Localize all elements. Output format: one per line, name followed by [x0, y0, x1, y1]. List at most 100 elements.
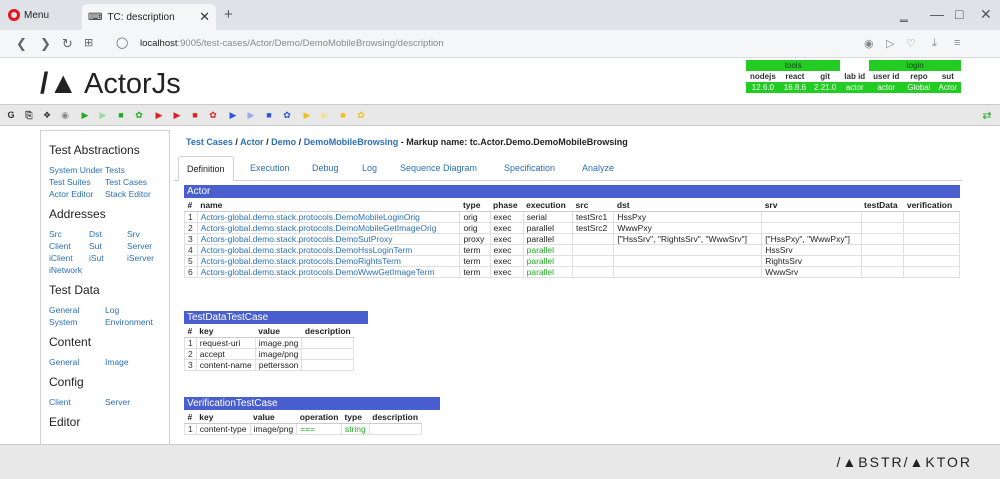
sidebar-link[interactable]: Test Cases: [105, 177, 147, 187]
tab-execution[interactable]: Execution: [242, 156, 298, 181]
close-window-icon[interactable]: ✕: [980, 6, 992, 23]
sidebar-link[interactable]: General: [49, 305, 79, 315]
tab-log[interactable]: Log: [354, 156, 385, 181]
browser-tab[interactable]: ⌨ TC: description ✕: [82, 4, 216, 30]
table-cell[interactable]: Actors-global.demo.stack.protocols.DemoM…: [196, 222, 461, 234]
table-cell[interactable]: Actors-global.demo.stack.protocols.DemoW…: [196, 266, 461, 278]
table-cell[interactable]: Actors-global.demo.stack.protocols.DemoR…: [196, 255, 461, 267]
back-icon[interactable]: ❮: [16, 36, 27, 52]
sidebar-link[interactable]: Log: [105, 305, 119, 315]
stop-green-icon[interactable]: ■: [114, 107, 128, 123]
breadcrumb-item[interactable]: Actor: [240, 137, 264, 147]
sidebar-link[interactable]: Src: [49, 229, 62, 239]
breadcrumb-item[interactable]: DemoMobileBrowsing: [304, 137, 399, 147]
browser-menu-button[interactable]: Menu: [8, 7, 49, 23]
document-icon[interactable]: ⎘: [22, 107, 36, 123]
bug-blue-icon[interactable]: ✿: [280, 107, 294, 123]
column-header: value: [250, 411, 297, 424]
camera-icon[interactable]: ◉: [864, 37, 874, 50]
column-header: dst: [613, 199, 762, 212]
url-field[interactable]: localhost:9005/test-cases/Actor/Demo/Dem…: [140, 38, 444, 49]
sidebar-link[interactable]: Server: [105, 397, 130, 407]
stop-red-icon[interactable]: ■: [188, 107, 202, 123]
sidebar-link[interactable]: iClient: [49, 253, 73, 263]
run-debug-icon[interactable]: ▶: [96, 107, 110, 123]
sidebar-link[interactable]: Server: [127, 241, 152, 251]
heart-icon[interactable]: ♡: [906, 37, 916, 50]
minimize-icon[interactable]: —: [930, 6, 944, 22]
sidebar-link[interactable]: System Under Tests: [49, 165, 125, 175]
column-header: testData: [861, 199, 904, 212]
forward-icon[interactable]: ❯: [40, 36, 51, 52]
sidebar-link[interactable]: Test Suites: [49, 177, 91, 187]
column-header: verification: [903, 199, 960, 212]
table-cell: string: [340, 423, 370, 435]
status-value: actor: [840, 82, 870, 93]
tab-analyze[interactable]: Analyze: [574, 156, 622, 181]
new-tab-button[interactable]: +: [224, 6, 233, 23]
app-logo[interactable]: /▲ ActorJs: [40, 64, 181, 104]
markup-name: - Markup name: tc.Actor.Demo.DemoMobileB…: [400, 137, 628, 147]
easy-setup-icon[interactable]: ≡: [954, 37, 960, 49]
table-cell[interactable]: Actors-global.demo.stack.protocols.DemoS…: [196, 233, 461, 245]
sidebar-heading[interactable]: Editor: [49, 415, 80, 429]
url-path: :9005/test-cases/Actor/Demo/DemoMobileBr…: [177, 38, 444, 49]
download-icon[interactable]: ⤓: [932, 37, 937, 50]
stop-yellow-icon[interactable]: ■: [336, 107, 350, 123]
url-host: localhost: [140, 38, 178, 49]
breadcrumb-item[interactable]: Test Cases: [186, 137, 233, 147]
column-header: type: [341, 411, 370, 424]
table-cell: parallel: [522, 266, 574, 278]
tab-specification[interactable]: Specification: [496, 156, 563, 181]
sidebar-heading: Test Data: [49, 283, 100, 297]
swap-icon[interactable]: ⇄: [980, 107, 994, 123]
sidebar-link[interactable]: Client: [49, 397, 71, 407]
table-cell: 2: [184, 348, 197, 360]
tab-definition[interactable]: Definition: [178, 156, 234, 181]
stop-blue-icon[interactable]: ■: [262, 107, 276, 123]
run-red-debug-icon[interactable]: ▶: [170, 107, 184, 123]
sidebar-link[interactable]: System: [49, 317, 77, 327]
run-blue-debug-icon[interactable]: ▶: [244, 107, 258, 123]
browser-filter-icon[interactable]: ‗: [900, 6, 908, 22]
breadcrumb-item[interactable]: Demo: [271, 137, 296, 147]
table-cell[interactable]: Actors-global.demo.stack.protocols.DemoH…: [196, 244, 461, 256]
bug-red-icon[interactable]: ✿: [206, 107, 220, 123]
status-label: repo: [910, 72, 928, 81]
close-tab-icon[interactable]: ✕: [199, 9, 210, 25]
run-blue-icon[interactable]: ▶: [226, 107, 240, 123]
github-icon[interactable]: G: [4, 107, 18, 123]
play-icon[interactable]: ▷: [886, 37, 894, 50]
settings-icon[interactable]: ◉: [58, 107, 72, 123]
sidebar-link[interactable]: iNetwork: [49, 265, 82, 275]
sidebar-link[interactable]: Dst: [89, 229, 102, 239]
sidebar-link[interactable]: Client: [49, 241, 71, 251]
sidebar-link[interactable]: Environment: [105, 317, 153, 327]
maximize-icon[interactable]: □: [955, 6, 963, 22]
run-yellow-debug-icon[interactable]: ▶: [318, 107, 332, 123]
tab-sequence-diagram[interactable]: Sequence Diagram: [392, 156, 485, 181]
site-info-icon[interactable]: ◯: [116, 36, 128, 49]
bug-yellow-icon[interactable]: ✿: [354, 107, 368, 123]
sidebar-link[interactable]: Sut: [89, 241, 102, 251]
info-icon[interactable]: ❖: [40, 107, 54, 123]
speed-dial-icon[interactable]: ⊞: [84, 36, 93, 49]
status-value: 2.21.0: [810, 82, 841, 93]
run-icon[interactable]: ▶: [78, 107, 92, 123]
reload-icon[interactable]: ↻: [62, 36, 73, 52]
run-yellow-icon[interactable]: ▶: [300, 107, 314, 123]
sidebar-link[interactable]: Actor Editor: [49, 189, 93, 199]
column-header: phase: [490, 199, 524, 212]
sidebar-link[interactable]: Srv: [127, 229, 140, 239]
sidebar-link[interactable]: Image: [105, 357, 129, 367]
sidebar-link[interactable]: iSut: [89, 253, 104, 263]
sidebar-link[interactable]: General: [49, 357, 79, 367]
run-red-icon[interactable]: ▶: [152, 107, 166, 123]
bug-green-icon[interactable]: ✿: [132, 107, 146, 123]
sidebar-link[interactable]: iServer: [127, 253, 154, 263]
table-cell[interactable]: Actors-global.demo.stack.protocols.DemoM…: [196, 211, 461, 223]
tab-debug[interactable]: Debug: [304, 156, 347, 181]
sidebar: Test Abstractions System Under Tests Tes…: [40, 130, 170, 445]
sidebar-link[interactable]: Stack Editor: [105, 189, 151, 199]
breadcrumb: Test Cases / Actor / Demo / DemoMobileBr…: [186, 137, 628, 147]
